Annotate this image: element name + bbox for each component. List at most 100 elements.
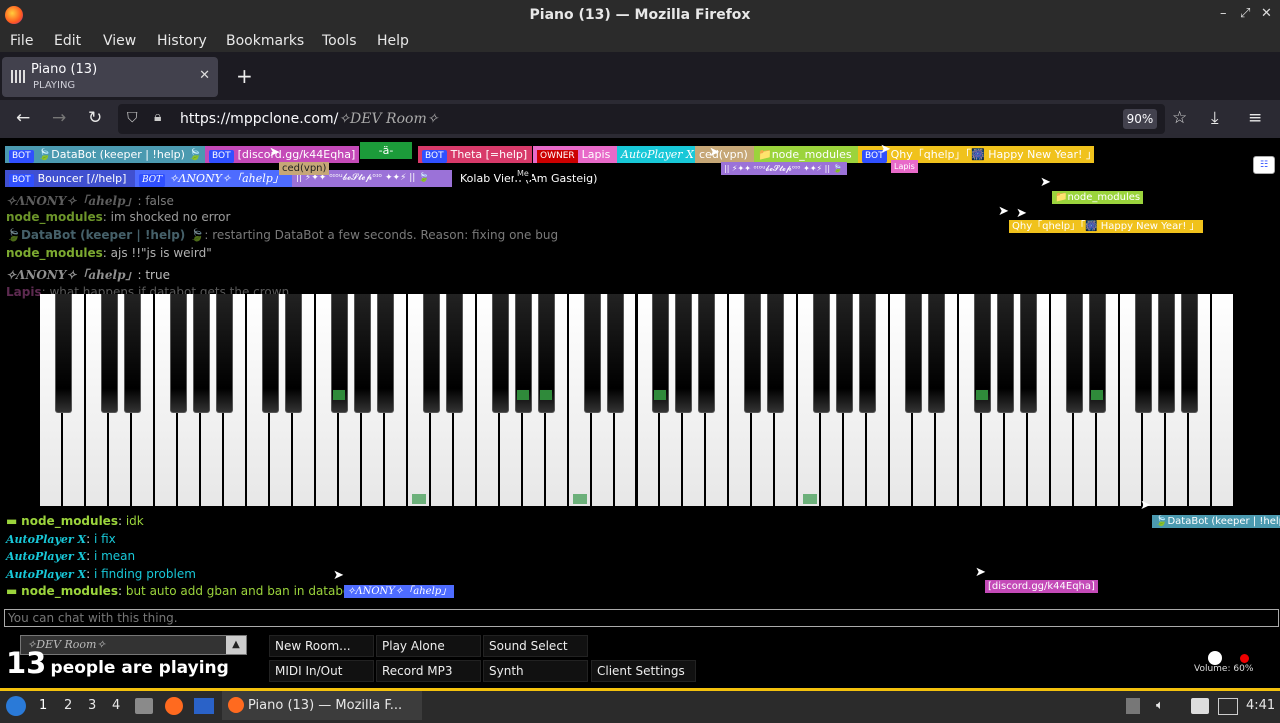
cursor-label: ✧ΛNONY✧「ahelp」 (344, 585, 455, 598)
user-a-umlaut[interactable]: -ä- (360, 142, 412, 159)
forward-icon[interactable]: → (52, 108, 66, 128)
piano-keyboard[interactable] (40, 294, 1235, 508)
black-key[interactable] (192, 294, 210, 413)
black-key[interactable] (905, 294, 923, 413)
white-key[interactable] (1212, 294, 1235, 506)
url-text[interactable]: https://mppclone.com/✧DEV Room✧ (180, 111, 438, 127)
taskbar-window-firefox[interactable]: Piano (13) — Mozilla F... (222, 691, 422, 720)
menu-file[interactable]: File (10, 33, 33, 49)
chat-message: 🍃DataBot (keeper | !help) 🍃: restarting … (6, 228, 559, 242)
chat-text: i mean (93, 549, 136, 563)
piano-favicon-icon (11, 70, 26, 83)
black-key[interactable] (767, 294, 785, 413)
black-key[interactable] (353, 294, 371, 413)
new-room-button[interactable]: New Room... (269, 635, 374, 657)
black-key[interactable] (445, 294, 463, 413)
black-key[interactable] (215, 294, 233, 413)
workspace-1[interactable]: 1 (39, 698, 47, 713)
volume-knob[interactable] (1208, 651, 1222, 665)
volume-label: Volume: 60% (1194, 664, 1254, 674)
black-key[interactable] (54, 294, 72, 413)
black-key[interactable] (606, 294, 624, 413)
black-key[interactable] (859, 294, 877, 413)
user-name: ✧ΛNONY✧「ahelp」 (169, 172, 284, 185)
user-discord[interactable]: BOT [discord.gg/k44Eqha] (205, 146, 359, 163)
menu-help[interactable]: Help (377, 33, 409, 49)
shield-icon[interactable]: ⛉ (127, 110, 138, 126)
lock-icon[interactable]: 🔒︎ (154, 109, 161, 125)
cursor-pointer-icon: ➤ (880, 142, 891, 157)
midi-button[interactable]: MIDI In/Out (269, 660, 374, 682)
black-key[interactable] (836, 294, 854, 413)
black-key[interactable] (261, 294, 279, 413)
client-settings-button[interactable]: Client Settings (591, 660, 696, 682)
menu-bookmarks[interactable]: Bookmarks (226, 33, 304, 49)
black-key[interactable] (491, 294, 509, 413)
clipboard-icon[interactable] (1126, 698, 1140, 714)
tab-piano[interactable]: Piano (13) PLAYING ✕ (2, 57, 218, 97)
tab-title: Piano (13) (31, 62, 98, 77)
terminal-icon[interactable] (194, 698, 214, 714)
user-databot[interactable]: BOT 🍃DataBot (keeper | !help) 🍃 (5, 146, 205, 163)
black-key[interactable] (1158, 294, 1176, 413)
reload-icon[interactable]: ↻ (88, 108, 102, 128)
folder-icon: ▬ (6, 584, 18, 598)
display-tray-icon[interactable] (1218, 698, 1238, 715)
black-key[interactable] (1020, 294, 1038, 413)
user-lapis[interactable]: OWNER Lapis (533, 146, 618, 163)
chat-message: AutoPlayer X: i finding problem (6, 567, 196, 581)
user-theta[interactable]: BOT Theta [=help] (418, 146, 532, 163)
sound-select-button[interactable]: Sound Select (483, 635, 588, 657)
black-key[interactable] (422, 294, 440, 413)
url-bar[interactable]: ⛉ 🔒︎ https://mppclone.com/✧DEV Room✧ 90%… (118, 104, 1187, 134)
folder-tray-icon[interactable] (1191, 698, 1209, 714)
user-bouncer[interactable]: BOT Bouncer [//help] (5, 170, 135, 187)
synth-button[interactable]: Synth (483, 660, 588, 682)
black-key[interactable] (997, 294, 1015, 413)
file-manager-icon[interactable] (135, 698, 153, 714)
black-key[interactable] (928, 294, 946, 413)
maximize-icon[interactable]: ⤢ (1240, 6, 1250, 21)
zoom-level[interactable]: 90% (1123, 109, 1157, 129)
black-key[interactable] (1135, 294, 1153, 413)
user-autoplayer[interactable]: AutoPlayer X (617, 146, 697, 163)
chat-input[interactable]: You can chat with this thing. (4, 609, 1279, 627)
menu-tools[interactable]: Tools (322, 33, 357, 49)
black-key[interactable] (813, 294, 831, 413)
workspace-3[interactable]: 3 (88, 698, 96, 713)
record-mp3-button[interactable]: Record MP3 (376, 660, 481, 682)
workspace-4[interactable]: 4 (112, 698, 120, 713)
black-key[interactable] (675, 294, 693, 413)
black-key[interactable] (169, 294, 187, 413)
black-key[interactable] (100, 294, 118, 413)
menu-view[interactable]: View (103, 33, 136, 49)
black-key[interactable] (583, 294, 601, 413)
minimize-icon[interactable]: – (1220, 6, 1227, 21)
menu-history[interactable]: History (157, 33, 207, 49)
black-key[interactable] (698, 294, 716, 413)
play-alone-button[interactable]: Play Alone (376, 635, 481, 657)
volume-tray-icon[interactable]: 🔈︎ (1156, 698, 1164, 713)
tab-close-icon[interactable]: ✕ (199, 68, 210, 83)
black-key[interactable] (744, 294, 762, 413)
black-key[interactable] (376, 294, 394, 413)
black-key[interactable] (123, 294, 141, 413)
workspace-2[interactable]: 2 (64, 698, 72, 713)
close-icon[interactable]: ✕ (1261, 6, 1272, 21)
black-key[interactable] (1181, 294, 1199, 413)
user-ced[interactable]: ced(vpn) (695, 146, 755, 163)
user-anony[interactable]: BOT ✧ΛNONY✧「ahelp」 (135, 170, 293, 187)
user-node-modules[interactable]: 📁node_modules (754, 146, 860, 163)
new-tab-icon[interactable]: + (236, 64, 253, 88)
black-key[interactable] (284, 294, 302, 413)
black-key[interactable] (1066, 294, 1084, 413)
app-menu-icon[interactable]: ≡ (1248, 108, 1262, 128)
start-menu-icon[interactable] (6, 696, 26, 716)
firefox-launcher-icon[interactable] (165, 697, 183, 715)
chevron-up-icon[interactable]: ▲ (226, 636, 246, 654)
bookmark-star-icon[interactable]: ☆ (1172, 108, 1187, 128)
menu-toggle-icon[interactable]: ☷ (1253, 156, 1275, 174)
menu-edit[interactable]: Edit (54, 33, 81, 49)
back-icon[interactable]: ← (16, 108, 30, 128)
downloads-icon[interactable]: ⤓ (1211, 108, 1219, 128)
